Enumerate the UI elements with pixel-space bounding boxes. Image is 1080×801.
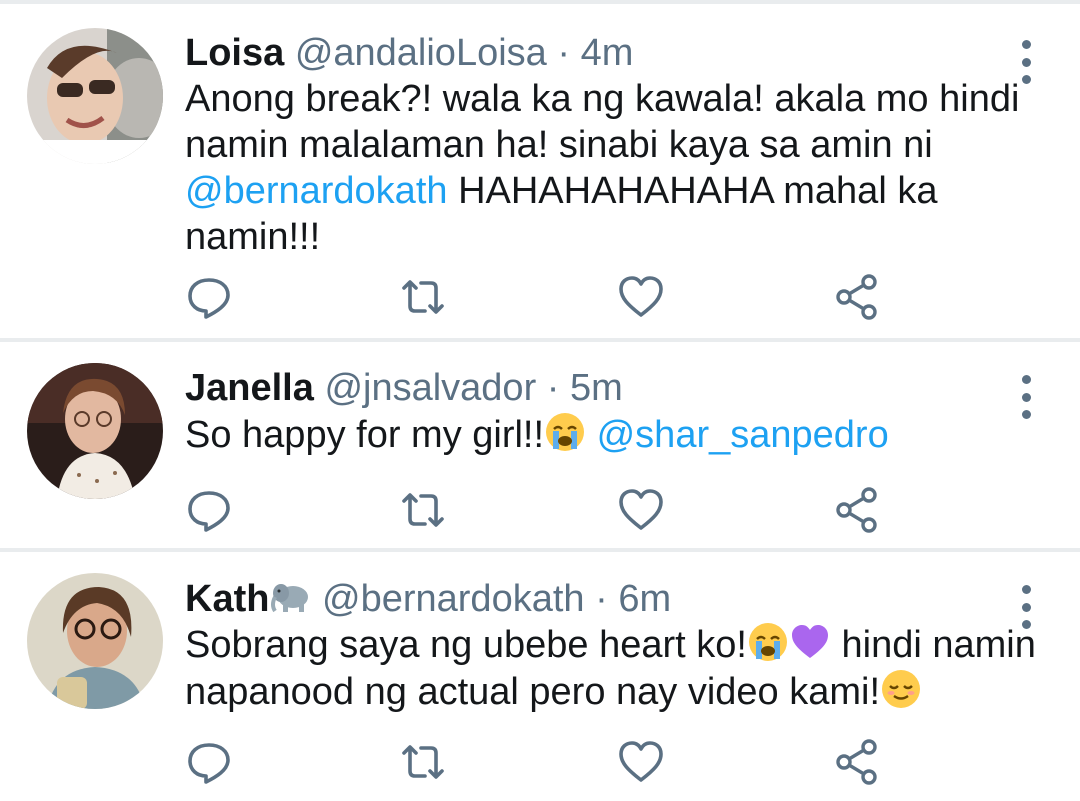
user-handle[interactable]: @jnsalvador bbox=[324, 367, 536, 409]
retweet-icon[interactable] bbox=[398, 737, 448, 787]
reply-icon[interactable] bbox=[184, 737, 234, 787]
mention-link[interactable]: @shar_sanpedro bbox=[597, 414, 889, 456]
elephant-icon bbox=[269, 575, 311, 617]
like-icon[interactable] bbox=[616, 272, 666, 322]
tweet-header: Loisa @andalioLoisa · 4m bbox=[185, 30, 633, 76]
avatar-loisa[interactable] bbox=[27, 28, 163, 164]
tweet-text: So happy for my girl!! @shar_sanpedro bbox=[185, 411, 1045, 458]
tweet-text-line: namin!!! bbox=[185, 216, 321, 258]
tweet-text-fragment: HAHAHAHAHAHA mahal ka bbox=[447, 170, 938, 212]
tweet-divider bbox=[0, 338, 1080, 342]
retweet-icon[interactable] bbox=[398, 272, 448, 322]
reply-icon[interactable] bbox=[184, 272, 234, 322]
share-icon[interactable] bbox=[832, 272, 882, 322]
separator-dot: · bbox=[595, 578, 608, 620]
timestamp[interactable]: 5m bbox=[570, 367, 623, 409]
reply-icon[interactable] bbox=[184, 485, 234, 535]
tweet-text-line: So happy for my girl!! @shar_sanpedro bbox=[185, 411, 1045, 458]
tweet-text-line: Anong break?! wala ka ng kawala! akala m… bbox=[185, 78, 1020, 120]
display-name[interactable]: Loisa bbox=[185, 32, 284, 74]
like-icon[interactable] bbox=[616, 485, 666, 535]
user-handle[interactable]: @andalioLoisa bbox=[295, 32, 547, 74]
display-name[interactable]: Janella bbox=[185, 367, 314, 409]
tweet-text-line: namin malalaman ha! sinabi kaya sa amin … bbox=[185, 124, 933, 166]
tweet-text-fragment: hindi namin bbox=[830, 624, 1036, 666]
loudly-crying-face-icon bbox=[544, 411, 586, 453]
timestamp[interactable]: 4m bbox=[581, 32, 634, 74]
separator-dot: · bbox=[557, 32, 571, 74]
avatar-kath[interactable] bbox=[27, 573, 163, 709]
tweet-header: Kath @bernardokath · 6m bbox=[185, 575, 671, 622]
retweet-icon[interactable] bbox=[398, 485, 448, 535]
avatar-kath-image bbox=[27, 573, 163, 709]
relieved-face-icon bbox=[880, 668, 922, 710]
timestamp[interactable]: 6m bbox=[618, 578, 671, 620]
mention-link[interactable]: @bernardokath bbox=[185, 170, 448, 212]
tweet-actions bbox=[0, 272, 1080, 322]
tweet-actions bbox=[0, 485, 1080, 535]
user-handle[interactable]: @bernardokath bbox=[322, 578, 585, 620]
display-name[interactable]: Kath bbox=[185, 578, 269, 620]
avatar-janella-image bbox=[27, 363, 163, 499]
tweet-text-line: @bernardokath HAHAHAHAHAHA mahal ka bbox=[185, 168, 1045, 214]
top-divider bbox=[0, 0, 1080, 4]
tweet-divider bbox=[0, 548, 1080, 552]
tweet-actions bbox=[0, 737, 1080, 787]
avatar-janella[interactable] bbox=[27, 363, 163, 499]
share-icon[interactable] bbox=[832, 737, 882, 787]
share-icon[interactable] bbox=[832, 485, 882, 535]
tweet-text-fragment: napanood ng actual pero nay video kami! bbox=[185, 671, 881, 713]
tweet-text-fragment: Sobrang saya ng ubebe heart ko! bbox=[185, 624, 747, 666]
tweet-text: Anong break?! wala ka ng kawala! akala m… bbox=[185, 76, 1045, 260]
avatar-loisa-image bbox=[27, 28, 163, 164]
tweet-text-fragment: So happy for my girl!! bbox=[185, 414, 545, 456]
loudly-crying-face-icon bbox=[747, 621, 789, 663]
separator-dot: · bbox=[546, 367, 560, 409]
like-icon[interactable] bbox=[616, 737, 666, 787]
tweet-text-line: napanood ng actual pero nay video kami! bbox=[185, 668, 1045, 715]
purple-heart-icon bbox=[789, 621, 831, 663]
tweet-text-line: Sobrang saya ng ubebe heart ko! hindi na… bbox=[185, 621, 1045, 668]
tweet-header: Janella @jnsalvador · 5m bbox=[185, 365, 623, 411]
tweet-text: Sobrang saya ng ubebe heart ko! hindi na… bbox=[185, 621, 1045, 715]
